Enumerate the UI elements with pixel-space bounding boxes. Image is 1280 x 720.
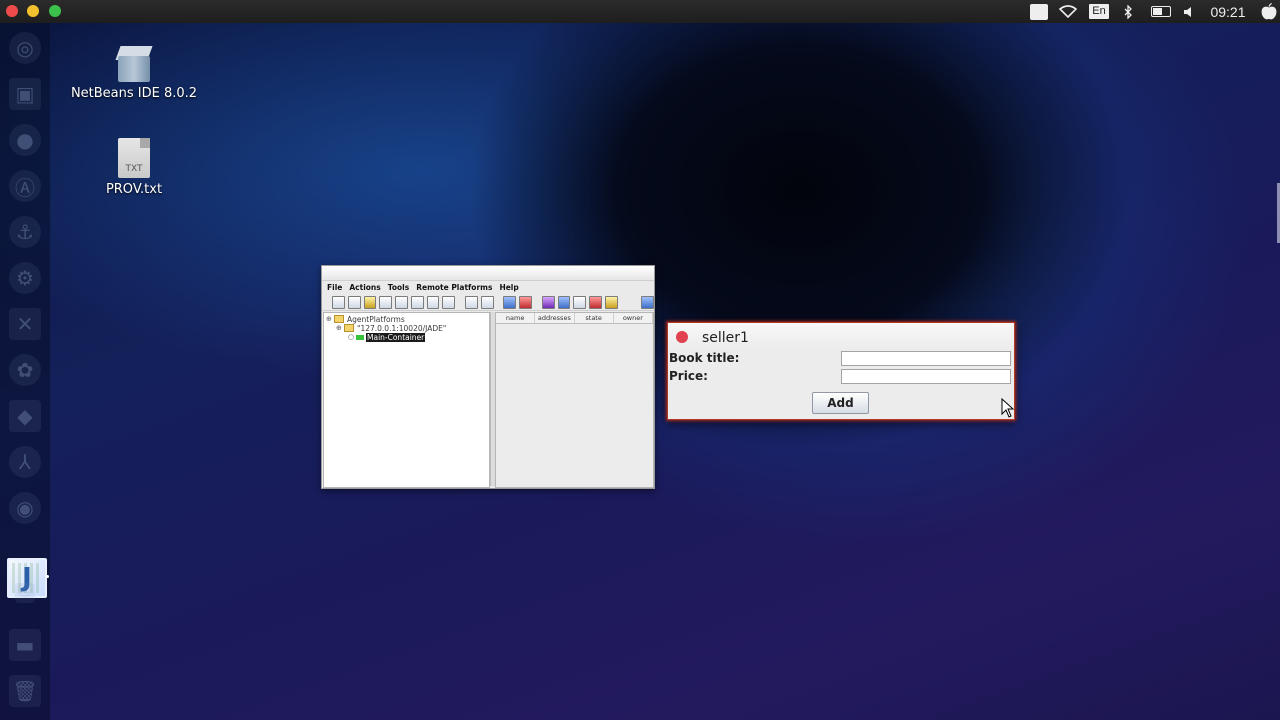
tree-expand-icon[interactable]: ○ xyxy=(348,333,356,341)
seller-dialog[interactable]: seller1 Book title: Price: Add xyxy=(667,322,1015,420)
desktop-icon-label: NetBeans IDE 8.0.2 xyxy=(70,86,198,101)
add-button[interactable]: Add xyxy=(812,392,869,414)
column-header-state[interactable]: state xyxy=(575,313,614,323)
rma-titlebar[interactable] xyxy=(322,266,654,281)
disc-icon[interactable]: ◉ xyxy=(9,492,41,524)
desktop-icon-prov-txt[interactable]: TXT PROV.txt xyxy=(69,138,199,197)
open-icon[interactable] xyxy=(332,295,345,309)
close-button[interactable] xyxy=(676,331,688,343)
tree-expand-icon[interactable]: ⊕ xyxy=(336,324,344,332)
kill-agent-icon[interactable] xyxy=(379,295,393,309)
settings-gear-icon[interactable]: ⚙ xyxy=(9,262,41,294)
netbeans-cube-icon xyxy=(115,46,153,82)
rma-menubar: File Actions Tools Remote Platforms Help xyxy=(322,281,654,294)
desktop-icon-label: PROV.txt xyxy=(105,182,163,197)
window-minimize-button[interactable] xyxy=(27,5,39,17)
menu-help[interactable]: Help xyxy=(499,283,518,292)
mouse-pointer-icon xyxy=(1001,398,1015,418)
log-manager-icon[interactable] xyxy=(573,295,587,309)
dummy-agent-icon[interactable] xyxy=(503,295,517,309)
battery-icon[interactable] xyxy=(1149,2,1173,21)
chat-icon[interactable] xyxy=(1029,2,1049,21)
send-message-icon[interactable] xyxy=(426,295,440,309)
window-maximize-button[interactable] xyxy=(49,5,61,17)
top-panel: En 09:21 xyxy=(0,0,1280,23)
files-icon[interactable]: ▣ xyxy=(9,78,41,110)
trash-icon[interactable]: 🗑 xyxy=(9,675,41,707)
sniffer-icon[interactable] xyxy=(541,295,555,309)
agent-table-header: name addresses state owner xyxy=(496,313,653,324)
dialog-title: seller1 xyxy=(702,330,749,346)
clone-agent-icon[interactable] xyxy=(465,295,478,309)
suspend-agent-icon[interactable] xyxy=(395,295,408,309)
menu-file[interactable]: File xyxy=(327,283,342,292)
tree-node-main-container[interactable]: ○ Main-Container xyxy=(348,332,426,342)
agent-platform-tree[interactable]: ⊕ AgentPlatforms ⊕ "127.0.0.1:10020/JADE… xyxy=(323,312,490,488)
folder-icon xyxy=(334,315,344,323)
bug-icon[interactable] xyxy=(589,295,602,309)
desktop-icon-netbeans[interactable]: NetBeans IDE 8.0.2 xyxy=(69,46,199,101)
volume-icon[interactable] xyxy=(1181,2,1197,21)
save-icon[interactable] xyxy=(347,295,361,309)
df-gui-icon[interactable] xyxy=(519,295,532,309)
flower-icon[interactable]: ✿ xyxy=(9,354,41,386)
keyboard-language-indicator[interactable]: En xyxy=(1089,2,1109,21)
drive-icon[interactable]: ▬ xyxy=(9,629,41,661)
column-header-name[interactable]: name xyxy=(496,313,536,323)
clock[interactable]: 09:21 xyxy=(1208,2,1248,21)
running-indicator-dot xyxy=(46,575,49,578)
dash-icon[interactable]: ◎ xyxy=(9,32,41,64)
tree-expand-icon[interactable]: ⊕ xyxy=(326,315,334,323)
load-agent-icon[interactable] xyxy=(480,295,494,309)
folder-icon xyxy=(344,324,354,332)
resume-agent-icon[interactable] xyxy=(410,295,424,309)
book-title-label: Book title: xyxy=(669,351,740,365)
column-header-owner[interactable]: owner xyxy=(614,313,653,323)
window-close-button[interactable] xyxy=(6,5,18,17)
bluetooth-icon[interactable] xyxy=(1120,2,1136,21)
price-label: Price: xyxy=(669,369,708,383)
rma-toolbar xyxy=(322,294,655,311)
new-agent-icon[interactable] xyxy=(363,295,377,309)
jade-rma-window[interactable]: File Actions Tools Remote Platforms Help… xyxy=(321,265,655,489)
agent-table[interactable]: name addresses state owner xyxy=(495,312,654,488)
launcher-dock: ◎ ▣ ● Ⓐ ⚓ ⚙ ✕ ✿ ◆ ⅄ ◉ J ▭ ▬ 🗑 xyxy=(0,23,50,720)
menu-tools[interactable]: Tools xyxy=(388,283,409,292)
price-input[interactable] xyxy=(841,369,1011,384)
column-header-addresses[interactable]: addresses xyxy=(535,313,575,323)
netbeans-cube-icon[interactable]: ◆ xyxy=(9,400,41,432)
close-app-icon[interactable]: ✕ xyxy=(9,308,41,340)
anchor-icon[interactable]: ⚓ xyxy=(9,216,41,248)
event-icon[interactable] xyxy=(604,295,618,309)
migrate-agent-icon[interactable] xyxy=(442,295,456,309)
browser-icon[interactable]: ● xyxy=(9,124,41,156)
container-icon xyxy=(356,334,364,340)
menu-actions[interactable]: Actions xyxy=(349,283,380,292)
wifi-icon[interactable] xyxy=(1058,2,1078,21)
small-folder-icon[interactable]: ▭ xyxy=(15,583,35,603)
software-center-icon[interactable]: Ⓐ xyxy=(9,170,41,202)
acrobat-icon[interactable]: ⅄ xyxy=(9,446,41,478)
apple-icon[interactable] xyxy=(1257,2,1280,21)
jade-logo-icon xyxy=(641,295,655,309)
book-title-input[interactable] xyxy=(841,351,1011,366)
introspector-icon[interactable] xyxy=(557,295,571,309)
text-file-icon: TXT xyxy=(118,138,150,178)
seller-titlebar[interactable]: seller1 xyxy=(668,323,1014,349)
menu-remote-platforms[interactable]: Remote Platforms xyxy=(416,283,492,292)
